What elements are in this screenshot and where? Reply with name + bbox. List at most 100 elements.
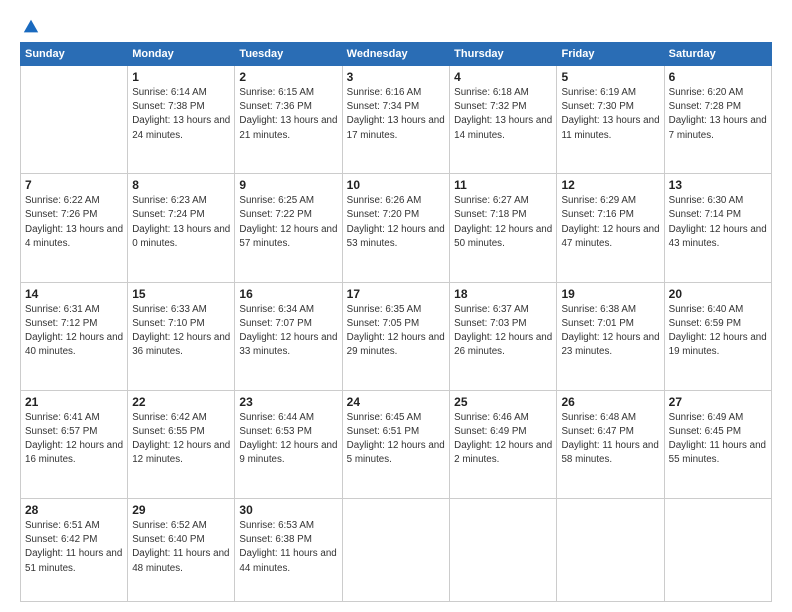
page: SundayMondayTuesdayWednesdayThursdayFrid… — [0, 0, 792, 612]
calendar-cell: 7 Sunrise: 6:22 AMSunset: 7:26 PMDaylight… — [21, 174, 128, 282]
calendar-cell: 15 Sunrise: 6:33 AMSunset: 7:10 PMDayligh… — [128, 282, 235, 390]
header — [20, 18, 772, 34]
day-number: 21 — [25, 395, 123, 409]
week-row-2: 14Sunrise: 6:31 AMSunset: 7:12 PMDayligh… — [21, 282, 772, 390]
calendar-cell: 24 Sunrise: 6:45 AMSunset: 6:51 PMDayligh… — [342, 390, 449, 498]
day-info: Sunrise: 6:33 AMSunset: 7:10 PMDaylight:… — [132, 303, 230, 360]
day-number: 6 — [669, 70, 767, 84]
calendar-cell: 20 Sunrise: 6:40 AMSunset: 6:59 PMDayligh… — [664, 282, 771, 390]
weekday-tuesday: Tuesday — [235, 43, 342, 66]
calendar-cell: 10 Sunrise: 6:26 AMSunset: 7:20 PMDayligh… — [342, 174, 449, 282]
calendar-cell — [557, 499, 664, 602]
day-number: 27 — [669, 395, 767, 409]
calendar-cell: 1 Sunrise: 6:14 AMSunset: 7:38 PMDaylight… — [128, 66, 235, 174]
calendar-cell: 27 Sunrise: 6:49 AMSunset: 6:45 PMDayligh… — [664, 390, 771, 498]
day-info: Sunrise: 6:14 AMSunset: 7:38 PMDaylight:… — [132, 86, 230, 143]
day-number: 19 — [561, 287, 659, 301]
day-number: 29 — [132, 503, 230, 517]
calendar-cell: 8 Sunrise: 6:23 AMSunset: 7:24 PMDaylight… — [128, 174, 235, 282]
day-number: 22 — [132, 395, 230, 409]
calendar-cell: 12 Sunrise: 6:29 AMSunset: 7:16 PMDayligh… — [557, 174, 664, 282]
day-info: Sunrise: 6:16 AMSunset: 7:34 PMDaylight:… — [347, 86, 445, 143]
day-number: 18 — [454, 287, 552, 301]
day-info: Sunrise: 6:38 AMSunset: 7:01 PMDaylight:… — [561, 303, 659, 360]
day-info: Sunrise: 6:18 AMSunset: 7:32 PMDaylight:… — [454, 86, 552, 143]
day-number: 12 — [561, 178, 659, 192]
calendar-cell: 26 Sunrise: 6:48 AMSunset: 6:47 PMDayligh… — [557, 390, 664, 498]
day-info: Sunrise: 6:20 AMSunset: 7:28 PMDaylight:… — [669, 86, 767, 143]
day-info: Sunrise: 6:34 AMSunset: 7:07 PMDaylight:… — [239, 303, 337, 360]
calendar-cell — [450, 499, 557, 602]
day-info: Sunrise: 6:30 AMSunset: 7:14 PMDaylight:… — [669, 194, 767, 251]
calendar-cell: 29 Sunrise: 6:52 AMSunset: 6:40 PMDayligh… — [128, 499, 235, 602]
calendar-cell: 6 Sunrise: 6:20 AMSunset: 7:28 PMDaylight… — [664, 66, 771, 174]
calendar-table: SundayMondayTuesdayWednesdayThursdayFrid… — [20, 42, 772, 602]
calendar-cell: 28 Sunrise: 6:51 AMSunset: 6:42 PMDayligh… — [21, 499, 128, 602]
day-number: 26 — [561, 395, 659, 409]
day-info: Sunrise: 6:51 AMSunset: 6:42 PMDaylight:… — [25, 519, 123, 576]
day-number: 4 — [454, 70, 552, 84]
calendar-cell — [664, 499, 771, 602]
week-row-1: 7 Sunrise: 6:22 AMSunset: 7:26 PMDaylight… — [21, 174, 772, 282]
day-info: Sunrise: 6:44 AMSunset: 6:53 PMDaylight:… — [239, 411, 337, 468]
day-number: 24 — [347, 395, 445, 409]
day-info: Sunrise: 6:42 AMSunset: 6:55 PMDaylight:… — [132, 411, 230, 468]
calendar-cell: 14Sunrise: 6:31 AMSunset: 7:12 PMDayligh… — [21, 282, 128, 390]
calendar-cell: 23 Sunrise: 6:44 AMSunset: 6:53 PMDayligh… — [235, 390, 342, 498]
day-number: 7 — [25, 178, 123, 192]
day-info: Sunrise: 6:25 AMSunset: 7:22 PMDaylight:… — [239, 194, 337, 251]
day-number: 5 — [561, 70, 659, 84]
calendar-cell: 13 Sunrise: 6:30 AMSunset: 7:14 PMDayligh… — [664, 174, 771, 282]
day-info: Sunrise: 6:22 AMSunset: 7:26 PMDaylight:… — [25, 194, 123, 251]
weekday-header-row: SundayMondayTuesdayWednesdayThursdayFrid… — [21, 43, 772, 66]
weekday-friday: Friday — [557, 43, 664, 66]
calendar-cell: 17 Sunrise: 6:35 AMSunset: 7:05 PMDayligh… — [342, 282, 449, 390]
day-info: Sunrise: 6:40 AMSunset: 6:59 PMDaylight:… — [669, 303, 767, 360]
day-info: Sunrise: 6:52 AMSunset: 6:40 PMDaylight:… — [132, 519, 230, 576]
day-info: Sunrise: 6:31 AMSunset: 7:12 PMDaylight:… — [25, 303, 123, 360]
day-info: Sunrise: 6:19 AMSunset: 7:30 PMDaylight:… — [561, 86, 659, 143]
day-info: Sunrise: 6:29 AMSunset: 7:16 PMDaylight:… — [561, 194, 659, 251]
day-number: 20 — [669, 287, 767, 301]
calendar-cell — [342, 499, 449, 602]
day-number: 25 — [454, 395, 552, 409]
calendar-cell: 18 Sunrise: 6:37 AMSunset: 7:03 PMDayligh… — [450, 282, 557, 390]
day-number: 1 — [132, 70, 230, 84]
day-number: 23 — [239, 395, 337, 409]
weekday-wednesday: Wednesday — [342, 43, 449, 66]
day-info: Sunrise: 6:41 AMSunset: 6:57 PMDaylight:… — [25, 411, 123, 468]
logo — [20, 18, 40, 34]
weekday-monday: Monday — [128, 43, 235, 66]
day-number: 10 — [347, 178, 445, 192]
day-info: Sunrise: 6:37 AMSunset: 7:03 PMDaylight:… — [454, 303, 552, 360]
day-number: 9 — [239, 178, 337, 192]
day-number: 8 — [132, 178, 230, 192]
week-row-3: 21 Sunrise: 6:41 AMSunset: 6:57 PMDayligh… — [21, 390, 772, 498]
day-info: Sunrise: 6:48 AMSunset: 6:47 PMDaylight:… — [561, 411, 659, 468]
day-number: 11 — [454, 178, 552, 192]
calendar-cell: 5 Sunrise: 6:19 AMSunset: 7:30 PMDaylight… — [557, 66, 664, 174]
calendar-cell: 21 Sunrise: 6:41 AMSunset: 6:57 PMDayligh… — [21, 390, 128, 498]
calendar-cell: 22 Sunrise: 6:42 AMSunset: 6:55 PMDayligh… — [128, 390, 235, 498]
calendar-cell: 2Sunrise: 6:15 AMSunset: 7:36 PMDaylight… — [235, 66, 342, 174]
calendar-cell: 30Sunrise: 6:53 AMSunset: 6:38 PMDayligh… — [235, 499, 342, 602]
weekday-thursday: Thursday — [450, 43, 557, 66]
calendar-cell: 4 Sunrise: 6:18 AMSunset: 7:32 PMDaylight… — [450, 66, 557, 174]
day-info: Sunrise: 6:45 AMSunset: 6:51 PMDaylight:… — [347, 411, 445, 468]
day-info: Sunrise: 6:53 AMSunset: 6:38 PMDaylight:… — [239, 519, 337, 576]
calendar-cell: 3Sunrise: 6:16 AMSunset: 7:34 PMDaylight… — [342, 66, 449, 174]
week-row-0: 1 Sunrise: 6:14 AMSunset: 7:38 PMDaylight… — [21, 66, 772, 174]
day-number: 28 — [25, 503, 123, 517]
day-info: Sunrise: 6:49 AMSunset: 6:45 PMDaylight:… — [669, 411, 767, 468]
day-info: Sunrise: 6:35 AMSunset: 7:05 PMDaylight:… — [347, 303, 445, 360]
weekday-saturday: Saturday — [664, 43, 771, 66]
day-info: Sunrise: 6:27 AMSunset: 7:18 PMDaylight:… — [454, 194, 552, 251]
calendar-cell: 11 Sunrise: 6:27 AMSunset: 7:18 PMDayligh… — [450, 174, 557, 282]
logo-triangle-icon — [22, 18, 40, 36]
day-info: Sunrise: 6:23 AMSunset: 7:24 PMDaylight:… — [132, 194, 230, 251]
week-row-4: 28 Sunrise: 6:51 AMSunset: 6:42 PMDayligh… — [21, 499, 772, 602]
day-number: 15 — [132, 287, 230, 301]
day-number: 17 — [347, 287, 445, 301]
day-info: Sunrise: 6:26 AMSunset: 7:20 PMDaylight:… — [347, 194, 445, 251]
day-number: 13 — [669, 178, 767, 192]
